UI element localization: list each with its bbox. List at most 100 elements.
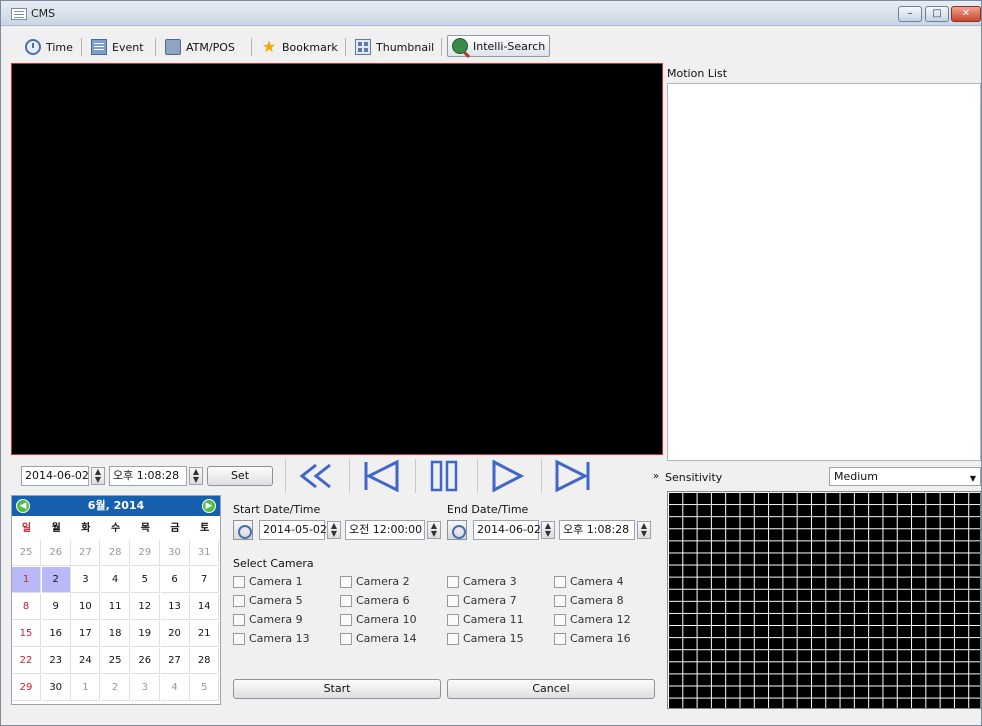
calendar-next-icon[interactable]: ▶ <box>202 499 216 513</box>
calendar-day[interactable]: 20 <box>160 621 190 647</box>
calendar-day[interactable]: 18 <box>101 621 131 647</box>
calendar-day[interactable]: 3 <box>71 567 101 593</box>
calendar-day[interactable]: 29 <box>12 675 41 701</box>
camera-checkbox[interactable]: Camera 3 <box>447 575 517 588</box>
camera-checkbox[interactable]: Camera 11 <box>447 613 524 626</box>
calendar-day[interactable]: 2 <box>101 675 131 701</box>
start-time-field[interactable]: 오전 12:00:00 <box>345 520 425 540</box>
toolbar-intelli-search-button[interactable]: Intelli-Search <box>447 35 551 57</box>
close-button[interactable]: ✕ <box>951 6 981 22</box>
checkbox-box[interactable] <box>233 575 245 588</box>
checkbox-box[interactable] <box>447 632 459 645</box>
playback-time-field[interactable]: 오후 1:08:28 <box>109 466 187 486</box>
calendar-day[interactable]: 3 <box>130 675 160 701</box>
calendar-day[interactable]: 6 <box>160 567 190 593</box>
camera-checkbox[interactable]: Camera 2 <box>340 575 410 588</box>
checkbox-box[interactable] <box>233 632 245 645</box>
video-display[interactable] <box>11 63 663 455</box>
calendar-day[interactable]: 15 <box>12 621 41 647</box>
calendar-day[interactable]: 1 <box>71 675 101 701</box>
calendar-day[interactable]: 5 <box>130 567 160 593</box>
checkbox-box[interactable] <box>340 613 352 626</box>
previous-button[interactable] <box>361 459 401 493</box>
camera-checkbox[interactable]: Camera 15 <box>447 632 524 645</box>
start-date-spinner[interactable]: ▲ ▼ <box>327 521 341 539</box>
end-date-spinner[interactable]: ▲ ▼ <box>541 521 555 539</box>
calendar-day[interactable]: 2 <box>41 567 71 593</box>
playback-date-spinner[interactable]: ▲ ▼ <box>91 467 105 485</box>
end-time-spinner[interactable]: ▲ ▼ <box>637 521 651 539</box>
toolbar-bookmark-button[interactable]: ★ Bookmark <box>257 36 342 58</box>
calendar-day[interactable]: 24 <box>71 648 101 674</box>
calendar-day[interactable]: 5 <box>190 675 220 701</box>
checkbox-box[interactable] <box>340 594 352 607</box>
end-date-field[interactable]: 2014-06-02 <box>473 520 541 540</box>
camera-checkbox[interactable]: Camera 9 <box>233 613 303 626</box>
calendar-day[interactable]: 13 <box>160 594 190 620</box>
calendar-day[interactable]: 28 <box>101 540 131 566</box>
pause-button[interactable] <box>427 459 461 493</box>
maximize-button[interactable]: □ <box>925 6 949 22</box>
checkbox-box[interactable] <box>340 575 352 588</box>
camera-checkbox[interactable]: Camera 16 <box>554 632 631 645</box>
checkbox-box[interactable] <box>447 575 459 588</box>
toolbar-thumbnail-button[interactable]: Thumbnail <box>351 36 438 58</box>
calendar-day[interactable]: 19 <box>130 621 160 647</box>
checkbox-box[interactable] <box>447 594 459 607</box>
play-button[interactable] <box>489 459 525 493</box>
checkbox-box[interactable] <box>554 594 566 607</box>
toolbar-event-button[interactable]: Event <box>87 36 148 58</box>
start-date-field[interactable]: 2014-05-02 <box>259 520 327 540</box>
calendar-day[interactable]: 25 <box>12 540 41 566</box>
end-clock-icon[interactable] <box>447 520 467 540</box>
toolbar-atm-pos-button[interactable]: ATM/POS <box>161 36 239 58</box>
camera-checkbox[interactable]: Camera 12 <box>554 613 631 626</box>
calendar-day[interactable]: 14 <box>190 594 220 620</box>
calendar-day[interactable]: 28 <box>190 648 220 674</box>
rewind-button[interactable] <box>297 459 337 493</box>
checkbox-box[interactable] <box>554 613 566 626</box>
calendar-day[interactable]: 26 <box>130 648 160 674</box>
calendar-day[interactable]: 22 <box>12 648 41 674</box>
camera-checkbox[interactable]: Camera 6 <box>340 594 410 607</box>
camera-checkbox[interactable]: Camera 13 <box>233 632 310 645</box>
calendar-day[interactable]: 25 <box>101 648 131 674</box>
calendar-day[interactable]: 1 <box>12 567 41 593</box>
checkbox-box[interactable] <box>233 613 245 626</box>
camera-checkbox[interactable]: Camera 4 <box>554 575 624 588</box>
camera-checkbox[interactable]: Camera 1 <box>233 575 303 588</box>
calendar-day[interactable]: 30 <box>41 675 71 701</box>
calendar-day[interactable]: 7 <box>190 567 220 593</box>
checkbox-box[interactable] <box>554 632 566 645</box>
calendar-day[interactable]: 27 <box>160 648 190 674</box>
camera-checkbox[interactable]: Camera 5 <box>233 594 303 607</box>
calendar-day[interactable]: 11 <box>101 594 131 620</box>
checkbox-box[interactable] <box>554 575 566 588</box>
end-time-field[interactable]: 오후 1:08:28 <box>559 520 635 540</box>
set-button[interactable]: Set <box>207 466 273 486</box>
calendar-day[interactable]: 26 <box>41 540 71 566</box>
calendar-day[interactable]: 30 <box>160 540 190 566</box>
calendar-day[interactable]: 9 <box>41 594 71 620</box>
calendar-day[interactable]: 4 <box>101 567 131 593</box>
calendar-day[interactable]: 17 <box>71 621 101 647</box>
calendar-day[interactable]: 10 <box>71 594 101 620</box>
start-button[interactable]: Start <box>233 679 441 699</box>
motion-detection-grid[interactable] <box>667 491 981 709</box>
start-clock-icon[interactable] <box>233 520 253 540</box>
calendar-day[interactable]: 12 <box>130 594 160 620</box>
calendar-day[interactable]: 27 <box>71 540 101 566</box>
checkbox-box[interactable] <box>340 632 352 645</box>
calendar-day[interactable]: 16 <box>41 621 71 647</box>
minimize-button[interactable]: – <box>898 6 922 22</box>
playback-time-spinner[interactable]: ▲ ▼ <box>189 467 203 485</box>
calendar-day[interactable]: 29 <box>130 540 160 566</box>
toolbar-time-button[interactable]: Time <box>21 36 77 58</box>
playback-date-field[interactable]: 2014-06-02 <box>21 466 89 486</box>
motion-list[interactable] <box>667 83 981 461</box>
sensitivity-select[interactable]: Medium ▼ <box>829 467 981 486</box>
calendar-day[interactable]: 21 <box>190 621 220 647</box>
camera-checkbox[interactable]: Camera 7 <box>447 594 517 607</box>
calendar-day[interactable]: 31 <box>190 540 220 566</box>
checkbox-box[interactable] <box>447 613 459 626</box>
